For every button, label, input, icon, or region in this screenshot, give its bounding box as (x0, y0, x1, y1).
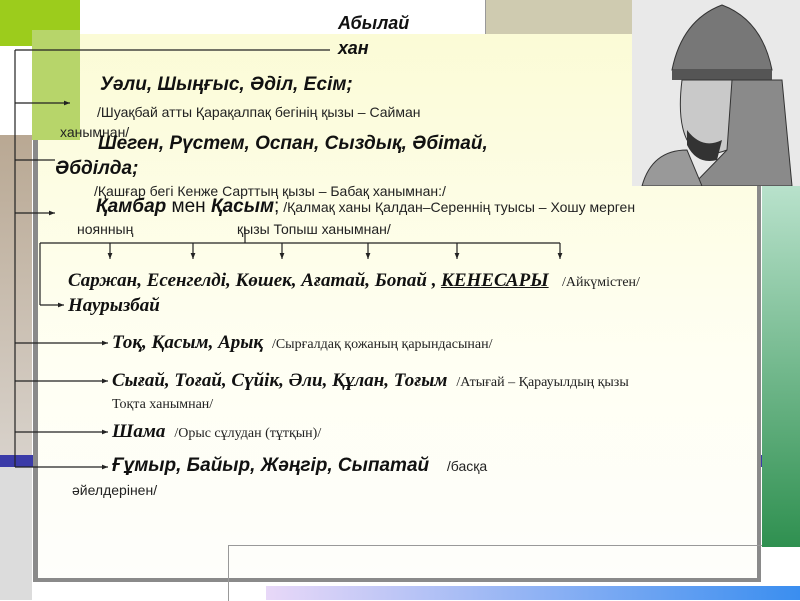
branch-6: Сығай, Тоғай, Сүйік, Әли, Құлан, Тоғым /… (112, 370, 629, 392)
name-kasym: Қасым (210, 196, 275, 217)
branch-8: Ғұмыр, Байыр, Жәңгір, Сыпатай /басқа (112, 455, 487, 477)
branch-3-mother: /Қалмақ ханы Қалдан–Сереннің туысы – Хош… (279, 199, 636, 215)
branch-8-mother-cont: әйелдерінен/ (72, 482, 158, 498)
branch-5-mother: /Сырғалдақ қожаның қарындасынан/ (271, 337, 493, 352)
branch-3-mother-cont-b: қызы Топыш ханымнан/ (237, 221, 391, 237)
branch-8-names: Ғұмыр, Байыр, Жәңгір, Сыпатай (112, 455, 430, 476)
branch-1-names: Уәли, Шыңғыс, Әділ, Есім; (100, 74, 353, 95)
branch-2-names: Шеген, Рүстем, Оспан, Сыздық, Әбітай, (98, 133, 488, 154)
kenesary-highlight: КЕНЕСАРЫ (440, 270, 549, 291)
branch-1-mother: /Шуақбай атты Қарақалпақ бегінің қызы – … (97, 104, 421, 120)
branch-3-names: Қамбар мен Қасым; /Қалмақ ханы Қалдан–Се… (96, 196, 635, 218)
branch-2-names-cont: Әбділда; (55, 158, 139, 179)
conj: мен (166, 196, 211, 217)
branch-4-mother: /Айкүмістен/ (561, 275, 640, 290)
branch-5: Тоқ, Қасым, Арық /Сырғалдақ қожаның қары… (112, 332, 492, 354)
branch-7-names: Шама (112, 421, 166, 442)
branch-5-names: Тоқ, Қасым, Арық (112, 332, 264, 353)
branch-4-names-cont: Наурызбай (68, 295, 160, 316)
root-title-line2: хан (338, 38, 369, 58)
name-kambar: Қамбар (96, 196, 167, 217)
branch-7: Шама /Орыс сұлудан (тұтқын)/ (112, 421, 321, 443)
branch-4-names: Саржан, Есенгелді, Көшек, Ағатай, Бопай … (68, 270, 640, 292)
root-title-line1: Абылай (338, 13, 410, 33)
branch-6-names: Сығай, Тоғай, Сүйік, Әли, Құлан, Тоғым (112, 370, 448, 391)
branch-4-names-text: Саржан, Есенгелді, Көшек, Ағатай, Бопай … (68, 270, 437, 291)
branch-8-mother: /басқа (446, 458, 488, 474)
branch-3-mother-cont-a: ноянның (77, 221, 134, 237)
branch-6-mother: /Атығай – Қарауылдың қызы (456, 375, 629, 390)
branch-7-mother: /Орыс сұлудан (тұтқын)/ (174, 426, 322, 441)
branch-6-mother-cont: Тоқта ханымнан/ (112, 397, 214, 412)
